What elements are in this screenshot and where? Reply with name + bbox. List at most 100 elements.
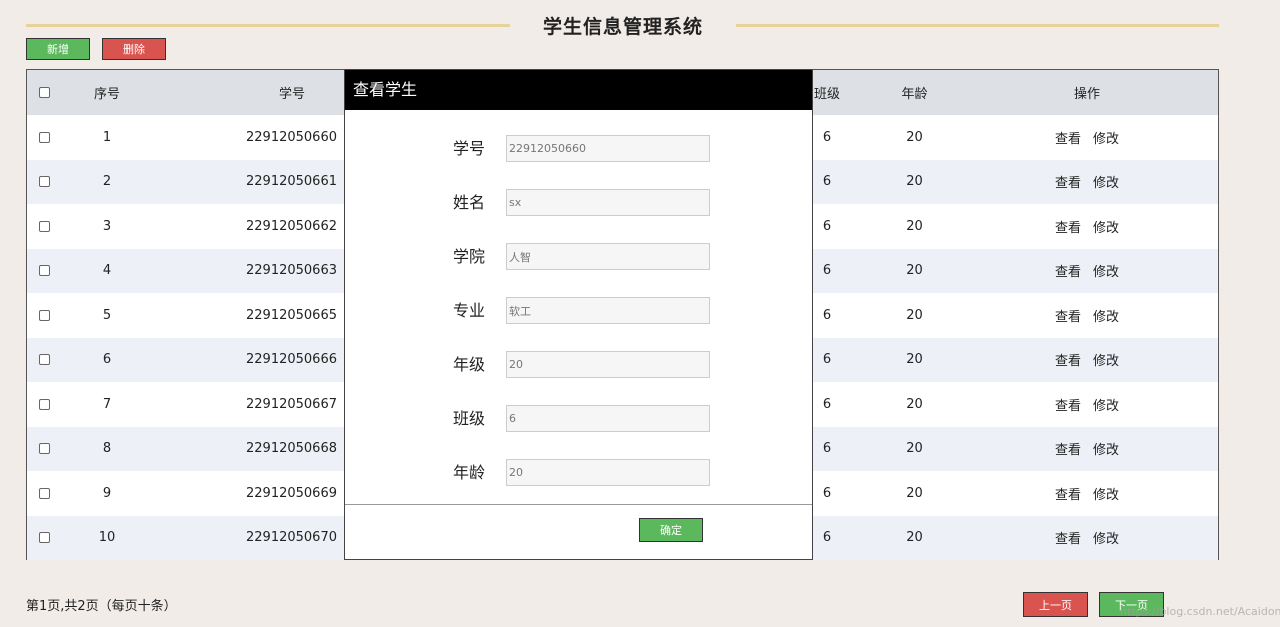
row-ops: 查看 修改 (987, 471, 1187, 515)
view-link[interactable]: 查看 (1055, 217, 1081, 236)
field-label: 年级 (453, 355, 486, 374)
row-checkbox[interactable] (38, 131, 50, 143)
row-checkbox[interactable] (38, 532, 50, 543)
row-ops: 查看 修改 (987, 338, 1187, 382)
row-student-id: 22912050669 (246, 485, 337, 501)
row-student-id: 22912050663 (246, 263, 337, 278)
field-label: 学号 (453, 139, 486, 158)
modal-title: 查看学生 (345, 70, 812, 110)
row-ops: 查看 修改 (987, 293, 1187, 337)
row-ops: 查看 修改 (987, 160, 1187, 204)
select-all-checkbox[interactable] (38, 87, 50, 98)
prev-page-button[interactable]: 上一页 (1023, 592, 1088, 617)
edit-link[interactable]: 修改 (1093, 439, 1119, 458)
row-checkbox[interactable] (38, 443, 50, 454)
edit-link[interactable]: 修改 (1093, 484, 1119, 503)
row-age: 20 (906, 352, 923, 367)
field-input[interactable] (506, 405, 710, 432)
field-input[interactable] (506, 459, 710, 486)
field-label: 班级 (453, 409, 486, 428)
row-ops: 查看 修改 (987, 427, 1187, 471)
view-link[interactable]: 查看 (1055, 128, 1081, 147)
form-row: 班级 (345, 405, 812, 433)
field-label: 学院 (453, 247, 486, 266)
view-link[interactable]: 查看 (1055, 306, 1081, 325)
row-student-id: 22912050665 (246, 307, 337, 323)
watermark: https://blog.csdn.net/Acaidong (1120, 605, 1280, 618)
view-link[interactable]: 查看 (1055, 439, 1081, 458)
field-input[interactable] (506, 189, 710, 216)
form-row: 姓名 (345, 189, 812, 217)
row-student-id: 22912050662 (246, 218, 337, 234)
row-checkbox[interactable] (38, 309, 50, 321)
row-ops: 查看 修改 (987, 516, 1187, 560)
row-select-cell (27, 115, 61, 159)
add-button[interactable]: 新增 (26, 38, 90, 60)
view-link[interactable]: 查看 (1055, 172, 1081, 191)
edit-link[interactable]: 修改 (1093, 350, 1119, 369)
edit-link[interactable]: 修改 (1093, 528, 1119, 547)
view-link[interactable]: 查看 (1055, 350, 1081, 369)
row-select-cell (27, 471, 61, 515)
row-select-cell (27, 160, 61, 204)
edit-link[interactable]: 修改 (1093, 217, 1119, 236)
row-select-cell (27, 249, 61, 293)
row-age: 20 (906, 218, 923, 234)
row-student-id: 22912050666 (246, 352, 337, 367)
field-input[interactable] (506, 243, 710, 270)
row-age: 20 (906, 307, 923, 323)
row-no: 5 (102, 307, 112, 323)
header-line-left (26, 24, 510, 27)
row-checkbox[interactable] (38, 354, 50, 365)
view-link[interactable]: 查看 (1055, 528, 1081, 547)
field-input[interactable] (506, 351, 710, 378)
row-student-id: 22912050661 (246, 174, 337, 189)
header-line-right (736, 24, 1219, 27)
col-header-ops: 操作 (1073, 87, 1100, 102)
row-checkbox[interactable] (38, 176, 50, 187)
row-select-cell (27, 516, 61, 560)
edit-link[interactable]: 修改 (1093, 395, 1119, 414)
field-input[interactable] (506, 297, 710, 324)
row-select-cell (27, 382, 61, 426)
row-age: 20 (906, 263, 923, 278)
row-checkbox[interactable] (38, 398, 50, 410)
row-age: 20 (906, 129, 923, 145)
form-row: 专业 (345, 297, 812, 325)
row-student-id: 22912050667 (246, 396, 337, 412)
pager-info: 第1页,共2页（每页十条） (26, 599, 177, 614)
view-link[interactable]: 查看 (1055, 395, 1081, 414)
row-ops: 查看 修改 (987, 204, 1187, 248)
form-row: 学号 (345, 135, 812, 163)
view-link[interactable]: 查看 (1055, 484, 1081, 503)
delete-button[interactable]: 删除 (102, 38, 166, 60)
row-select-cell (27, 293, 61, 337)
row-ops: 查看 修改 (987, 382, 1187, 426)
form-row: 年级 (345, 351, 812, 379)
edit-link[interactable]: 修改 (1093, 172, 1119, 191)
row-student-id: 22912050668 (246, 441, 337, 456)
form-row: 年龄 (345, 459, 812, 487)
row-checkbox[interactable] (38, 220, 50, 232)
form-row: 学院 (345, 243, 812, 271)
field-label: 专业 (453, 301, 486, 320)
row-checkbox[interactable] (38, 487, 50, 499)
row-age: 20 (906, 174, 923, 189)
row-ops: 查看 修改 (987, 115, 1187, 159)
view-student-modal: 查看学生 学号姓名学院专业年级班级年龄 确定 (344, 69, 813, 560)
row-select-cell (27, 338, 61, 382)
edit-link[interactable]: 修改 (1093, 261, 1119, 280)
row-select-cell (27, 204, 61, 248)
row-age: 20 (906, 485, 923, 501)
row-no: 10 (98, 530, 116, 545)
edit-link[interactable]: 修改 (1093, 128, 1119, 147)
view-link[interactable]: 查看 (1055, 261, 1081, 280)
row-checkbox[interactable] (38, 265, 50, 276)
row-no: 2 (102, 174, 112, 189)
confirm-button[interactable]: 确定 (639, 518, 703, 542)
row-age: 20 (906, 530, 923, 545)
page-title: 学生信息管理系统 (542, 16, 703, 38)
field-input[interactable] (506, 135, 710, 162)
row-no: 3 (102, 218, 112, 234)
edit-link[interactable]: 修改 (1093, 306, 1119, 325)
